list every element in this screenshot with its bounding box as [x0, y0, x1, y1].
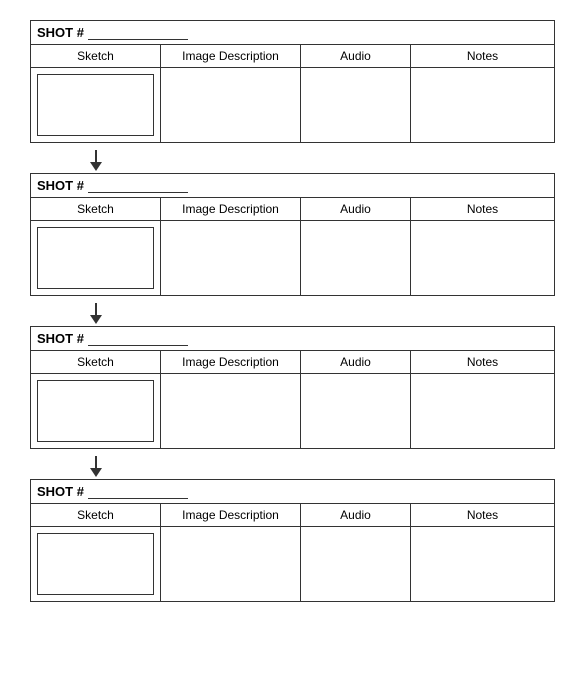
col-header-notes-4: Notes [411, 504, 555, 527]
arrow-shaft-2 [95, 303, 97, 315]
arrow-down-3 [90, 456, 102, 477]
arrow-down-1 [90, 150, 102, 171]
table-row [31, 374, 555, 449]
col-header-audio-2: Audio [301, 198, 411, 221]
shot-label-2: SHOT # [37, 178, 84, 193]
notes-cell-1[interactable] [411, 68, 555, 143]
notes-cell-3[interactable] [411, 374, 555, 449]
arrow-head-3 [90, 468, 102, 477]
col-header-image-desc-4: Image Description [161, 504, 301, 527]
sketch-cell-2[interactable] [31, 221, 161, 296]
table-row [31, 68, 555, 143]
sketch-cell-1[interactable] [31, 68, 161, 143]
col-header-sketch-1: Sketch [31, 45, 161, 68]
col-header-sketch-4: Sketch [31, 504, 161, 527]
arrow-1 [30, 149, 555, 171]
shot-table-3: Sketch Image Description Audio Notes [30, 350, 555, 449]
shot-table-1: Sketch Image Description Audio Notes [30, 44, 555, 143]
table-row [31, 527, 555, 602]
col-header-notes-3: Notes [411, 351, 555, 374]
table-row [31, 221, 555, 296]
audio-cell-3[interactable] [301, 374, 411, 449]
arrow-head-2 [90, 315, 102, 324]
shot-number-line-3[interactable] [88, 332, 188, 346]
audio-cell-2[interactable] [301, 221, 411, 296]
col-header-audio-4: Audio [301, 504, 411, 527]
shot-label-4: SHOT # [37, 484, 84, 499]
col-header-audio-3: Audio [301, 351, 411, 374]
shot-block-2: SHOT # Sketch Image Description Audio No… [30, 173, 555, 296]
shot-number-line-1[interactable] [88, 26, 188, 40]
shot-block-4: SHOT # Sketch Image Description Audio No… [30, 479, 555, 602]
shot-header-1: SHOT # [30, 20, 555, 44]
arrow-down-2 [90, 303, 102, 324]
sketch-cell-4[interactable] [31, 527, 161, 602]
col-header-notes-1: Notes [411, 45, 555, 68]
col-header-sketch-2: Sketch [31, 198, 161, 221]
image-desc-cell-3[interactable] [161, 374, 301, 449]
shot-number-line-2[interactable] [88, 179, 188, 193]
sketch-drawing-area-1[interactable] [37, 74, 154, 136]
sketch-drawing-area-4[interactable] [37, 533, 154, 595]
audio-cell-1[interactable] [301, 68, 411, 143]
shot-block-3: SHOT # Sketch Image Description Audio No… [30, 326, 555, 449]
shot-header-4: SHOT # [30, 479, 555, 503]
notes-cell-2[interactable] [411, 221, 555, 296]
col-header-image-desc-1: Image Description [161, 45, 301, 68]
arrow-shaft-1 [95, 150, 97, 162]
col-header-image-desc-3: Image Description [161, 351, 301, 374]
shot-table-4: Sketch Image Description Audio Notes [30, 503, 555, 602]
shot-header-3: SHOT # [30, 326, 555, 350]
arrow-3 [30, 455, 555, 477]
col-header-sketch-3: Sketch [31, 351, 161, 374]
col-header-notes-2: Notes [411, 198, 555, 221]
image-desc-cell-1[interactable] [161, 68, 301, 143]
arrow-shaft-3 [95, 456, 97, 468]
notes-cell-4[interactable] [411, 527, 555, 602]
col-header-image-desc-2: Image Description [161, 198, 301, 221]
col-header-audio-1: Audio [301, 45, 411, 68]
shot-label-1: SHOT # [37, 25, 84, 40]
shot-block-1: SHOT # Sketch Image Description Audio No… [30, 20, 555, 143]
shot-label-3: SHOT # [37, 331, 84, 346]
shot-number-line-4[interactable] [88, 485, 188, 499]
sketch-drawing-area-3[interactable] [37, 380, 154, 442]
sketch-drawing-area-2[interactable] [37, 227, 154, 289]
shot-table-2: Sketch Image Description Audio Notes [30, 197, 555, 296]
arrow-2 [30, 302, 555, 324]
image-desc-cell-2[interactable] [161, 221, 301, 296]
image-desc-cell-4[interactable] [161, 527, 301, 602]
sketch-cell-3[interactable] [31, 374, 161, 449]
shot-header-2: SHOT # [30, 173, 555, 197]
audio-cell-4[interactable] [301, 527, 411, 602]
arrow-head-1 [90, 162, 102, 171]
